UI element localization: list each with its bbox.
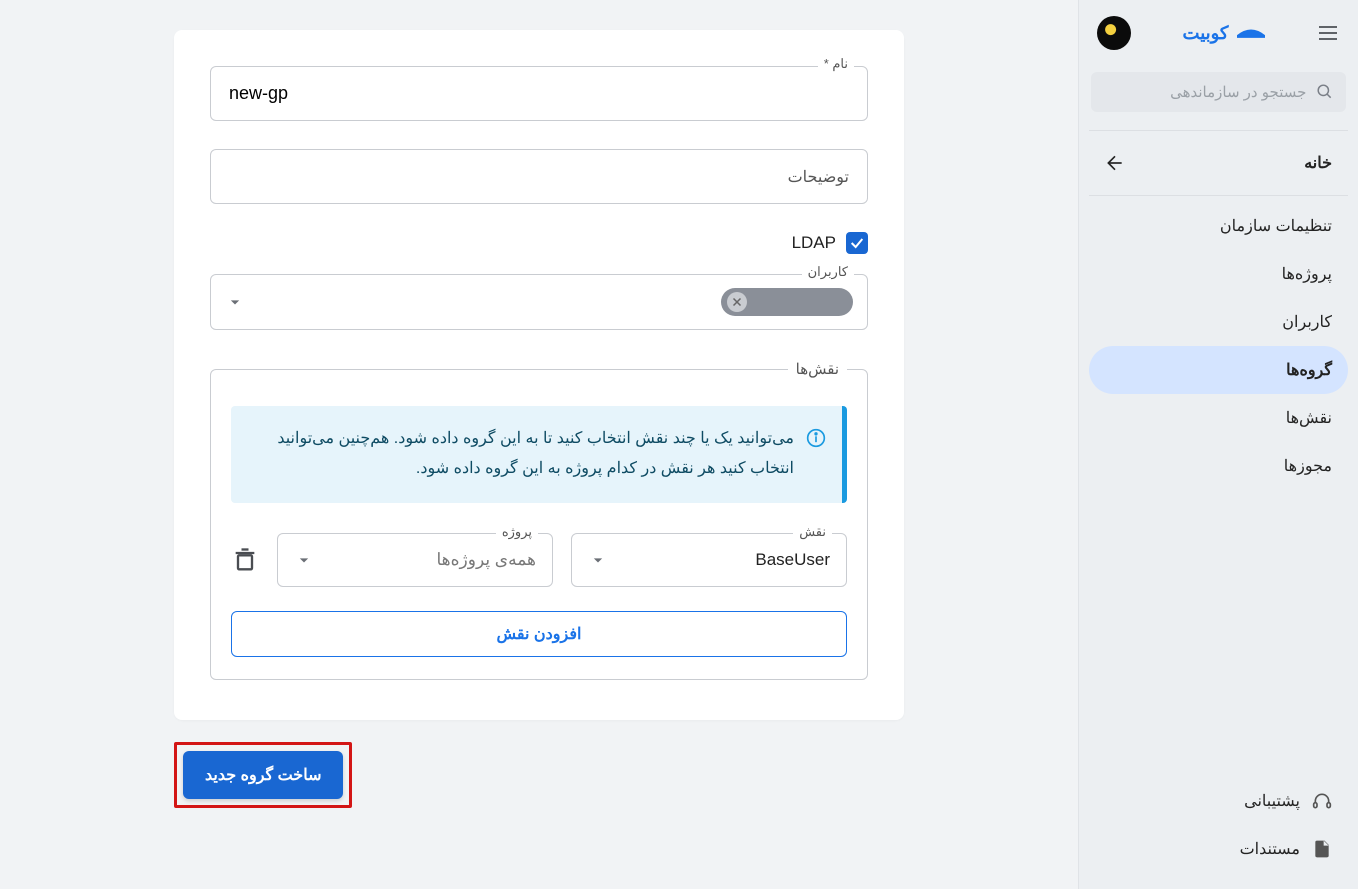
divider [1089,130,1348,131]
ldap-label: LDAP [792,233,836,253]
search-box[interactable] [1091,72,1346,112]
main-content: نام * LDAP کاربران [0,0,1078,889]
name-input[interactable] [210,66,868,121]
search-icon [1316,82,1334,102]
roles-info-text: می‌توانید یک یا چند نقش انتخاب کنید تا ب… [253,424,794,485]
document-icon [1312,839,1332,859]
brand-logo-icon [1237,28,1265,38]
delete-role-icon[interactable] [231,546,259,574]
nav-label: پروژه‌ها [1282,264,1332,284]
name-field-wrap: نام * [210,66,868,121]
user-chip-body [753,293,849,311]
nav-label: مجوزها [1284,456,1332,476]
remove-chip-icon[interactable] [727,292,747,312]
role-field-label: نقش [793,524,832,540]
role-select[interactable]: نقش BaseUser [571,533,847,587]
description-input[interactable] [210,149,868,204]
nav-item-roles[interactable]: نقش‌ها [1089,394,1348,442]
nav-item-groups[interactable]: گروه‌ها [1089,346,1348,394]
headset-icon [1312,791,1332,811]
create-group-button[interactable]: ساخت گروه جدید [183,751,343,799]
users-field-wrap: کاربران [210,274,868,330]
description-field-wrap [210,149,868,204]
divider [1089,195,1348,196]
arrow-left-icon [1105,153,1125,173]
roles-row: نقش BaseUser پروژه همه‌ی پروژه‌ها [231,533,847,587]
users-label: کاربران [802,264,854,280]
sidebar: کوبیت خانه تنظیمات سازمان پروژه‌ها کاربر… [1078,0,1358,889]
project-placeholder: همه‌ی پروژه‌ها [436,550,536,570]
nav-item-users[interactable]: کاربران [1089,298,1348,346]
bottom-links: پشتیبانی مستندات [1089,777,1348,873]
support-link[interactable]: پشتیبانی [1089,777,1348,825]
nav-label: نقش‌ها [1286,408,1332,428]
project-field-label: پروژه [496,524,538,540]
ldap-checkbox[interactable] [846,232,868,254]
brand[interactable]: کوبیت [1183,23,1265,44]
nav-label: کاربران [1282,312,1332,332]
highlight-annotation: ساخت گروه جدید [174,742,352,808]
nav-item-permissions[interactable]: مجوزها [1089,442,1348,490]
nav-label: گروه‌ها [1286,360,1332,380]
search-input[interactable] [1103,84,1306,101]
roles-legend: نقش‌ها [788,360,847,378]
ldap-row: LDAP [174,232,904,274]
name-label: نام * [818,56,854,72]
roles-fieldset: نقش‌ها می‌توانید یک یا چند نقش انتخاب کن… [210,360,868,680]
avatar[interactable] [1097,16,1131,50]
users-chips [721,288,853,316]
chevron-down-icon [294,550,314,570]
role-value: BaseUser [755,550,830,570]
chevron-down-icon [225,292,245,312]
nav-home-label: خانه [1304,153,1332,173]
submit-area: ساخت گروه جدید [174,742,904,808]
docs-label: مستندات [1240,839,1300,859]
nav-label: تنظیمات سازمان [1220,216,1332,236]
menu-icon[interactable] [1316,21,1340,45]
brand-name: کوبیت [1183,23,1229,44]
nav-item-org-settings[interactable]: تنظیمات سازمان [1089,202,1348,250]
nav-item-projects[interactable]: پروژه‌ها [1089,250,1348,298]
user-chip [721,288,853,316]
docs-link[interactable]: مستندات [1089,825,1348,873]
info-icon [806,428,826,448]
project-select[interactable]: پروژه همه‌ی پروژه‌ها [277,533,553,587]
nav-home[interactable]: خانه [1089,137,1348,189]
chevron-down-icon [588,550,608,570]
form-card: نام * LDAP کاربران [174,30,904,720]
roles-info-box: می‌توانید یک یا چند نقش انتخاب کنید تا ب… [231,406,847,503]
support-label: پشتیبانی [1244,791,1300,811]
users-select[interactable] [210,274,868,330]
sidebar-header: کوبیت [1089,16,1348,66]
add-role-button[interactable]: افزودن نقش [231,611,847,657]
